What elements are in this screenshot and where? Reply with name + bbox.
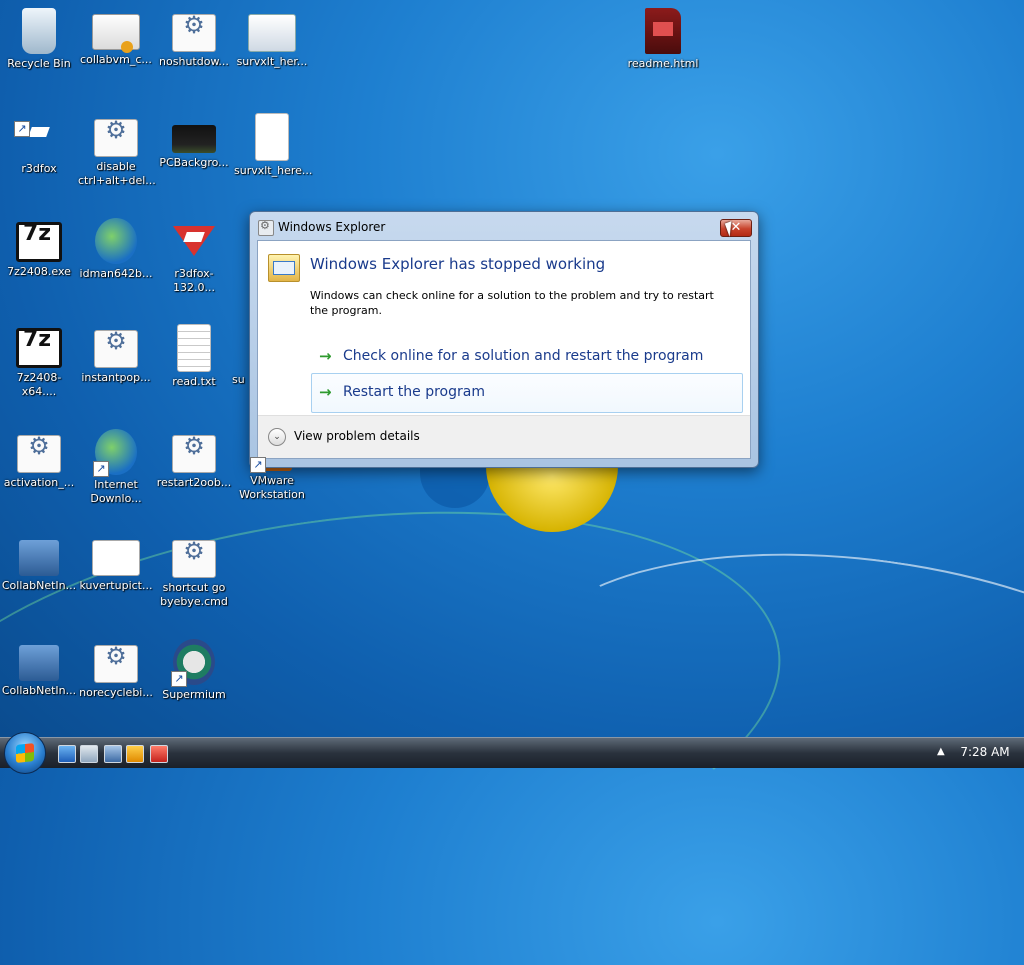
desktop-icon-label: CollabNetIn...: [1, 579, 77, 592]
desktop-icon-internet-download[interactable]: Internet Downlo...: [78, 429, 154, 506]
command-link-label: Restart the program: [343, 384, 485, 400]
desktop-icon-label: Internet Downlo...: [90, 478, 142, 505]
desktop-icon-supermium[interactable]: Supermium: [156, 639, 232, 702]
desktop-icon-disable-cad[interactable]: disable ctrl+alt+del...: [78, 113, 156, 188]
desktop-icon-label: CollabNetIn...: [1, 684, 77, 697]
dialog-title: Windows Explorer: [278, 220, 386, 234]
desktop-icon-label: Supermium: [162, 688, 226, 701]
r3dfox-quicklaunch-icon[interactable]: [150, 745, 168, 763]
desktop-icon-collabnet-1[interactable]: CollabNetIn...: [1, 534, 77, 593]
desktop-icon-recycle-bin[interactable]: Recycle Bin: [1, 8, 77, 71]
7zip-icon: [16, 222, 62, 262]
check-online-restart-button[interactable]: → Check online for a solution and restar…: [311, 337, 743, 377]
settings-file-icon: [172, 14, 216, 52]
desktop-icon-label: idman642b...: [79, 267, 153, 280]
desktop-icon-label: norecyclebi...: [79, 686, 153, 699]
desktop-icon-collabvm[interactable]: collabvm_c...: [78, 8, 154, 67]
desktop-icon-label: instantpop...: [81, 371, 151, 384]
desktop-icon-r3dfox-132[interactable]: r3dfox-132.0...: [156, 218, 232, 295]
desktop-icon-label: VMware Workstation: [239, 474, 305, 501]
network-icon: [19, 540, 59, 576]
desktop-icon-label: r3dfox-132.0...: [173, 267, 215, 294]
desktop-icon-collabnet-2[interactable]: CollabNetIn...: [1, 639, 77, 698]
fox-browser-icon: [14, 113, 62, 159]
desktop-icon-label: survxlt_here...: [234, 164, 313, 177]
desktop-icon-label: r3dfox: [21, 162, 57, 175]
desktop-icon-pcbackground[interactable]: PCBackgro...: [156, 113, 232, 170]
explorer-app-icon: [258, 219, 274, 236]
green-arrow-icon: →: [319, 347, 332, 365]
window-file-icon: [248, 14, 296, 52]
desktop-icon-noshutdown[interactable]: noshutdow...: [156, 8, 232, 69]
desktop-icon-label: PCBackgro...: [159, 156, 229, 169]
green-arrow-icon: →: [319, 383, 332, 401]
image-file-icon: [172, 125, 216, 153]
desktop-icon-readme[interactable]: readme.html: [625, 8, 701, 71]
desktop-icon-label: restart2oob...: [156, 476, 232, 489]
explorer-folder-icon: [268, 254, 300, 282]
desktop-icon-label: 7z2408.exe: [7, 265, 71, 278]
desktop-icon-shortcut-byebye[interactable]: shortcut go byebye.cmd: [156, 534, 232, 609]
wallpaper-logo-blue: [420, 468, 490, 508]
desktop-icon-label: disable ctrl+alt+del...: [78, 160, 156, 187]
desktop-icon-label: kuvertupict...: [79, 579, 153, 592]
dialog-titlebar[interactable]: Windows Explorer ✕: [250, 212, 758, 240]
certificate-icon: [92, 14, 140, 53]
taskbar: ▲ 7:28 AM: [0, 732, 1024, 774]
settings-file-icon: [94, 119, 138, 157]
desktop-icon-label: Recycle Bin: [7, 57, 71, 70]
fox-browser-icon: [171, 218, 217, 264]
image-file-icon: [92, 540, 140, 576]
error-dialog: Windows Explorer ✕ Windows Explorer has …: [249, 211, 759, 468]
desktop-icon-label: activation_...: [3, 476, 75, 489]
desktop-icon-label: noshutdow...: [159, 55, 229, 68]
settings-file-icon: [94, 645, 138, 683]
dialog-footer: ⌄ View problem details: [258, 415, 750, 458]
dialog-content-text: Windows can check online for a solution …: [310, 289, 714, 317]
computer-quicklaunch-icon[interactable]: [104, 745, 122, 763]
show-desktop-icon[interactable]: [58, 745, 76, 763]
settings-file-icon: [94, 330, 138, 368]
restart-program-button[interactable]: → Restart the program: [311, 373, 743, 413]
desktop-icon-label: 7z2408-x64....: [16, 371, 62, 398]
desktop-icon-activation[interactable]: activation_...: [1, 429, 77, 490]
show-hidden-icons-arrow[interactable]: ▲: [937, 746, 945, 757]
text-file-icon: [177, 324, 211, 372]
desktop-icon-survxlt-2[interactable]: survxlt_here...: [234, 113, 313, 178]
desktop-icon-label: survxlt_her...: [236, 55, 308, 68]
desktop-icon-7z2408-x64[interactable]: 7z2408-x64....: [1, 324, 77, 399]
taskbar-clock[interactable]: 7:28 AM: [955, 745, 1015, 759]
explorer-quicklaunch-icon[interactable]: [80, 745, 98, 763]
desktop-icon-r3dfox[interactable]: r3dfox: [1, 113, 77, 176]
download-manager-icon: [93, 429, 137, 477]
7zip-icon: [16, 328, 62, 368]
network-icon: [19, 645, 59, 681]
desktop-icon-label: readme.html: [627, 57, 699, 70]
chevron-down-icon[interactable]: ⌄: [268, 428, 286, 446]
desktop-icon-label: read.txt: [172, 375, 216, 388]
view-problem-details-link[interactable]: View problem details: [294, 429, 420, 443]
recycle-bin-icon: [22, 8, 56, 54]
supermium-browser-icon: [171, 639, 215, 687]
command-link-label: Check online for a solution and restart …: [343, 348, 704, 364]
media-player-icon[interactable]: [126, 745, 144, 763]
desktop-icon-survxlt-1[interactable]: survxlt_her...: [234, 8, 310, 69]
installer-icon: [95, 218, 137, 264]
desktop-icon-idman[interactable]: idman642b...: [78, 218, 154, 281]
desktop-icon-read-txt[interactable]: read.txt: [156, 324, 232, 389]
main-instruction: Windows Explorer has stopped working: [310, 255, 606, 273]
settings-file-icon: [172, 540, 216, 578]
settings-file-icon: [172, 435, 216, 473]
html-file-icon: [645, 8, 681, 54]
desktop-icon-label: collabvm_c...: [80, 53, 152, 66]
blank-file-icon: [255, 113, 289, 161]
desktop-icon-norecyclebin[interactable]: norecyclebi...: [78, 639, 154, 700]
desktop-icon-kuvertupict[interactable]: kuvertupict...: [78, 534, 154, 593]
desktop-icon-label: shortcut go byebye.cmd: [160, 581, 228, 608]
desktop-icon-7z2408[interactable]: 7z2408.exe: [1, 218, 77, 279]
settings-file-icon: [17, 435, 61, 473]
desktop-icon-instantpop[interactable]: instantpop...: [78, 324, 154, 385]
dialog-body: Windows Explorer has stopped working Win…: [257, 240, 751, 459]
desktop-icon-restart2oob[interactable]: restart2oob...: [156, 429, 232, 490]
